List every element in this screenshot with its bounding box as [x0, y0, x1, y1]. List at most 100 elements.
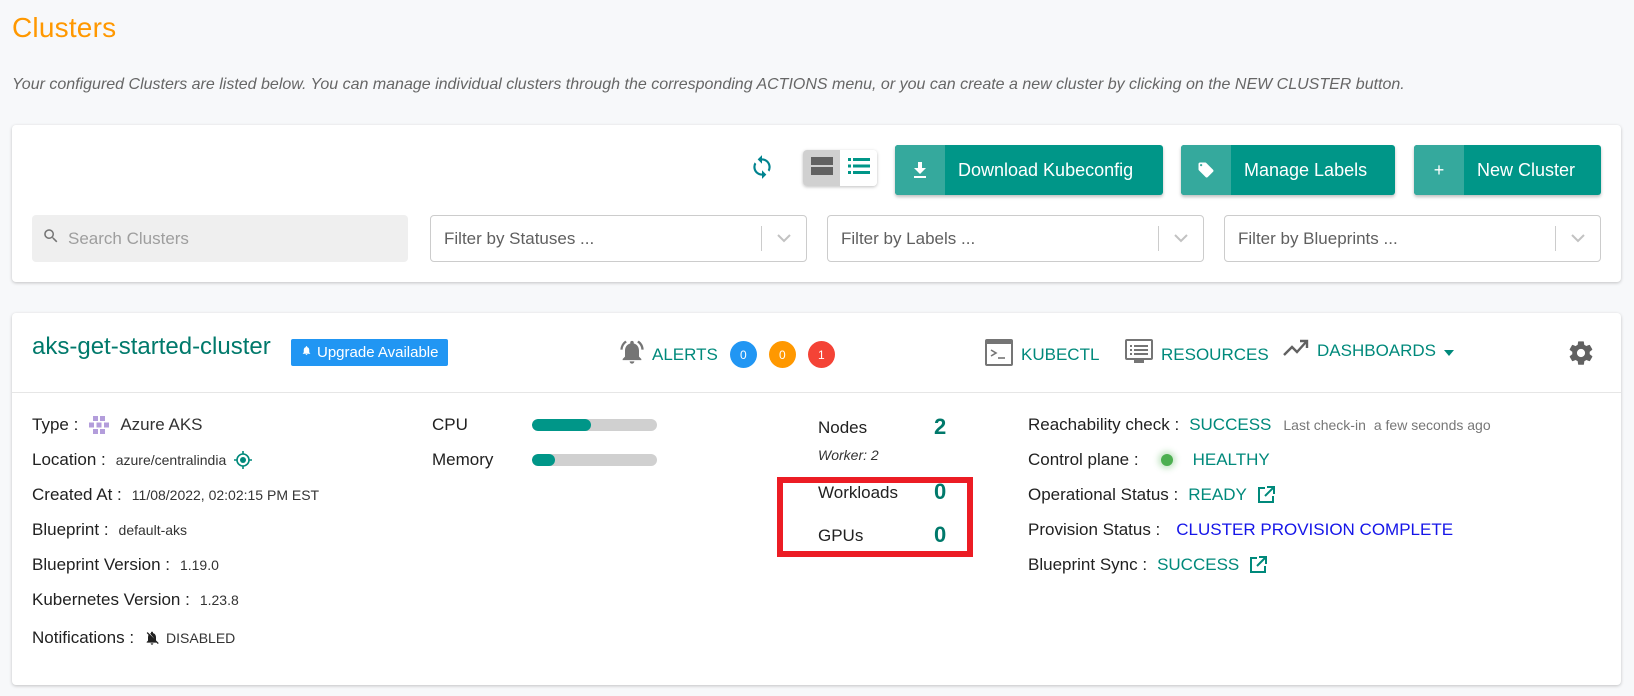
- type-label: Type :: [32, 415, 79, 434]
- status-reachability: Reachability check : SUCCESS Last check-…: [1028, 415, 1491, 435]
- new-cluster-button[interactable]: + New Cluster: [1414, 145, 1601, 195]
- detail-location: Location : azure/centralindia: [32, 450, 253, 470]
- workloads-count[interactable]: 0: [934, 479, 946, 505]
- gear-icon[interactable]: [1567, 339, 1595, 372]
- external-link-icon[interactable]: [1249, 556, 1268, 574]
- plus-icon: +: [1414, 145, 1464, 195]
- chevron-down-icon[interactable]: [762, 234, 806, 243]
- control-plane-value: HEALTHY: [1192, 450, 1270, 469]
- bell-off-icon: [144, 629, 160, 647]
- filter-blueprints-placeholder: Filter by Blueprints ...: [1238, 228, 1398, 248]
- blueprint-version-value: 1.19.0: [179, 557, 219, 573]
- alert-count-critical[interactable]: 1: [807, 341, 835, 368]
- reachability-value: SUCCESS: [1189, 415, 1272, 434]
- type-value: Azure AKS: [120, 415, 203, 434]
- blueprint-sync-label: Blueprint Sync :: [1028, 555, 1148, 574]
- download-kubeconfig-button[interactable]: Download Kubeconfig: [895, 145, 1163, 195]
- manage-labels-label: Manage Labels: [1244, 159, 1368, 180]
- list-view-button[interactable]: [840, 150, 877, 186]
- chevron-down-icon[interactable]: [1159, 234, 1203, 243]
- resources-list-icon: [1125, 339, 1153, 370]
- cluster-card: aks-get-started-cluster Upgrade Availabl…: [12, 313, 1621, 685]
- terminal-icon: [985, 339, 1013, 371]
- provision-status-label: Provision Status :: [1028, 520, 1161, 539]
- list-view-icon: [847, 157, 870, 179]
- search-box: [32, 215, 408, 262]
- cpu-label: CPU: [432, 415, 468, 434]
- upgrade-available-badge[interactable]: Upgrade Available: [291, 339, 449, 366]
- resources-label: RESOURCES: [1161, 344, 1269, 364]
- filter-statuses-placeholder: Filter by Statuses ...: [444, 228, 595, 248]
- status-control-plane: Control plane : HEALTHY: [1028, 450, 1270, 470]
- nodes-worker-count: Worker: 2: [818, 447, 879, 463]
- memory-usage: Memory: [432, 450, 657, 470]
- dashboards-dropdown[interactable]: DASHBOARDS: [1283, 339, 1455, 362]
- control-plane-label: Control plane :: [1028, 450, 1139, 469]
- blueprint-label: Blueprint :: [32, 520, 109, 539]
- tag-icon: [1181, 145, 1231, 195]
- search-clusters-input[interactable]: [68, 228, 388, 249]
- alerts-button[interactable]: ALERTS 0 0 1: [618, 338, 847, 371]
- alert-count-info[interactable]: 0: [729, 341, 757, 368]
- location-value: azure/centralindia: [115, 452, 227, 468]
- operational-status-label: Operational Status :: [1028, 485, 1179, 504]
- card-view-icon: [810, 156, 833, 180]
- notifications-label: Notifications :: [32, 628, 135, 647]
- download-icon: [895, 145, 945, 195]
- memory-bar-fill: [532, 454, 555, 466]
- trending-up-icon: [1283, 339, 1309, 362]
- gpus-count[interactable]: 0: [934, 522, 946, 548]
- provision-status-value: CLUSTER PROVISION COMPLETE: [1176, 520, 1454, 539]
- memory-label: Memory: [432, 450, 494, 469]
- detail-blueprint-version: Blueprint Version : 1.19.0: [32, 555, 219, 575]
- bell-icon: [301, 344, 312, 361]
- nodes-count[interactable]: 2: [934, 414, 946, 440]
- detail-created-at: Created At : 11/08/2022, 02:02:15 PM EST: [32, 485, 319, 505]
- location-target-icon[interactable]: [234, 451, 253, 469]
- created-at-label: Created At :: [32, 485, 122, 504]
- cpu-bar-fill: [532, 419, 591, 431]
- kubectl-button[interactable]: KUBECTL: [985, 339, 1099, 371]
- manage-labels-button[interactable]: Manage Labels: [1181, 145, 1395, 195]
- caret-down-icon: [1444, 341, 1455, 361]
- reachability-label: Reachability check :: [1028, 415, 1180, 434]
- filter-blueprints-select[interactable]: Filter by Blueprints ...: [1224, 215, 1601, 262]
- filter-labels-select[interactable]: Filter by Labels ...: [827, 215, 1204, 262]
- notifications-value: DISABLED: [166, 630, 236, 646]
- alerts-label: ALERTS: [652, 344, 718, 364]
- workloads-label: Workloads: [818, 483, 898, 502]
- detail-type: Type : Azure AKS: [32, 415, 203, 435]
- chevron-down-icon[interactable]: [1556, 234, 1600, 243]
- last-checkin-value: a few seconds ago: [1373, 417, 1491, 433]
- operational-status-value: READY: [1188, 485, 1247, 504]
- refresh-icon[interactable]: [749, 154, 775, 180]
- kubernetes-version-value: 1.23.8: [199, 592, 239, 608]
- azure-aks-icon: [88, 416, 112, 434]
- resources-button[interactable]: RESOURCES: [1125, 339, 1269, 370]
- status-provision: Provision Status : CLUSTER PROVISION COM…: [1028, 520, 1453, 540]
- dashboards-label: DASHBOARDS: [1317, 340, 1437, 360]
- cluster-card-header: aks-get-started-cluster Upgrade Availabl…: [12, 313, 1621, 393]
- page-title: Clusters: [12, 12, 117, 43]
- bell-ringing-icon: [618, 338, 646, 371]
- location-label: Location :: [32, 450, 106, 469]
- view-toggle: [803, 150, 877, 186]
- filter-statuses-select[interactable]: Filter by Statuses ...: [430, 215, 807, 262]
- detail-notifications: Notifications : DISABLED: [32, 628, 235, 648]
- blueprint-sync-value: SUCCESS: [1157, 555, 1240, 574]
- blueprint-version-label: Blueprint Version :: [32, 555, 170, 574]
- status-operational: Operational Status : READY: [1028, 485, 1275, 505]
- last-checkin-label: Last check-in: [1283, 417, 1366, 433]
- page-description: Your configured Clusters are listed belo…: [12, 76, 1405, 93]
- nodes-label: Nodes: [818, 418, 868, 437]
- kubectl-label: KUBECTL: [1021, 345, 1100, 364]
- created-at-value: 11/08/2022, 02:02:15 PM EST: [131, 487, 320, 503]
- cpu-bar-track: [532, 419, 657, 431]
- detail-blueprint: Blueprint : default-aks: [32, 520, 187, 540]
- cpu-usage: CPU: [432, 415, 657, 435]
- card-view-button[interactable]: [803, 150, 840, 186]
- download-kubeconfig-label: Download Kubeconfig: [958, 159, 1134, 180]
- alert-count-warning[interactable]: 0: [768, 341, 796, 368]
- external-link-icon[interactable]: [1257, 486, 1275, 504]
- cluster-name[interactable]: aks-get-started-cluster: [32, 333, 271, 361]
